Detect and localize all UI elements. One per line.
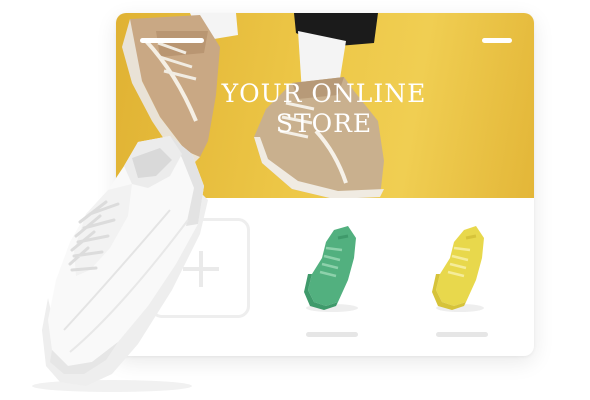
product-price-placeholder <box>436 332 488 337</box>
white-sneaker-image <box>32 136 208 392</box>
hero-title-line-1: YOUR ONLINE <box>221 79 427 108</box>
menu-bar-icon[interactable] <box>482 38 512 43</box>
product-price-placeholder <box>306 332 358 337</box>
hamburger-icon[interactable] <box>140 38 204 43</box>
yellow-sneaker-image <box>432 226 484 312</box>
product-card[interactable] <box>420 218 500 343</box>
hero-title-line-2: STORE <box>275 109 373 138</box>
product-card[interactable] <box>290 218 370 343</box>
hero-title: YOUR ONLINE STORE <box>206 79 442 139</box>
green-sneaker-image <box>304 226 358 312</box>
